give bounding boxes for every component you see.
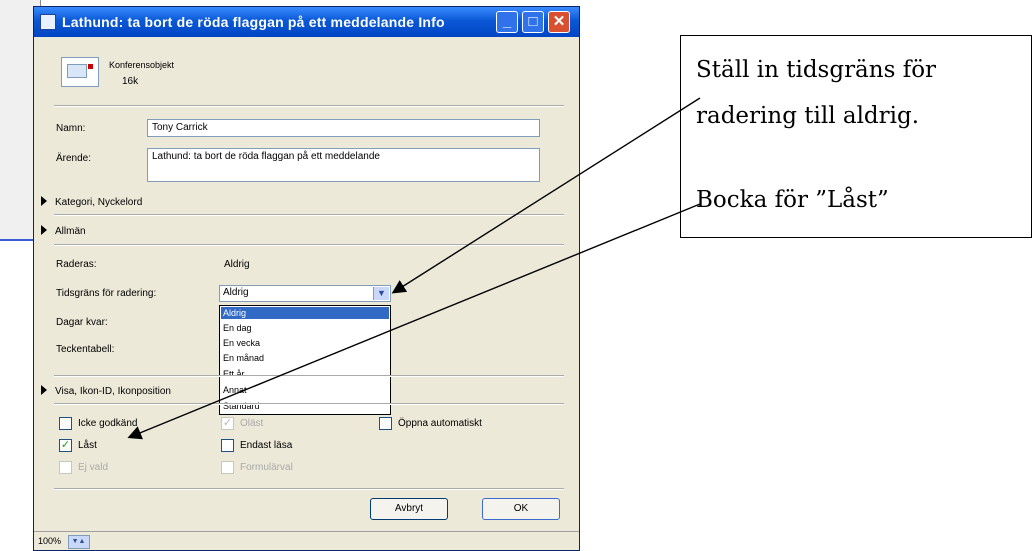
arrow-to-expire-dropdown: [391, 97, 701, 294]
arrow-to-locked-checkbox: [127, 203, 701, 440]
annotation-arrows: [127, 97, 701, 440]
